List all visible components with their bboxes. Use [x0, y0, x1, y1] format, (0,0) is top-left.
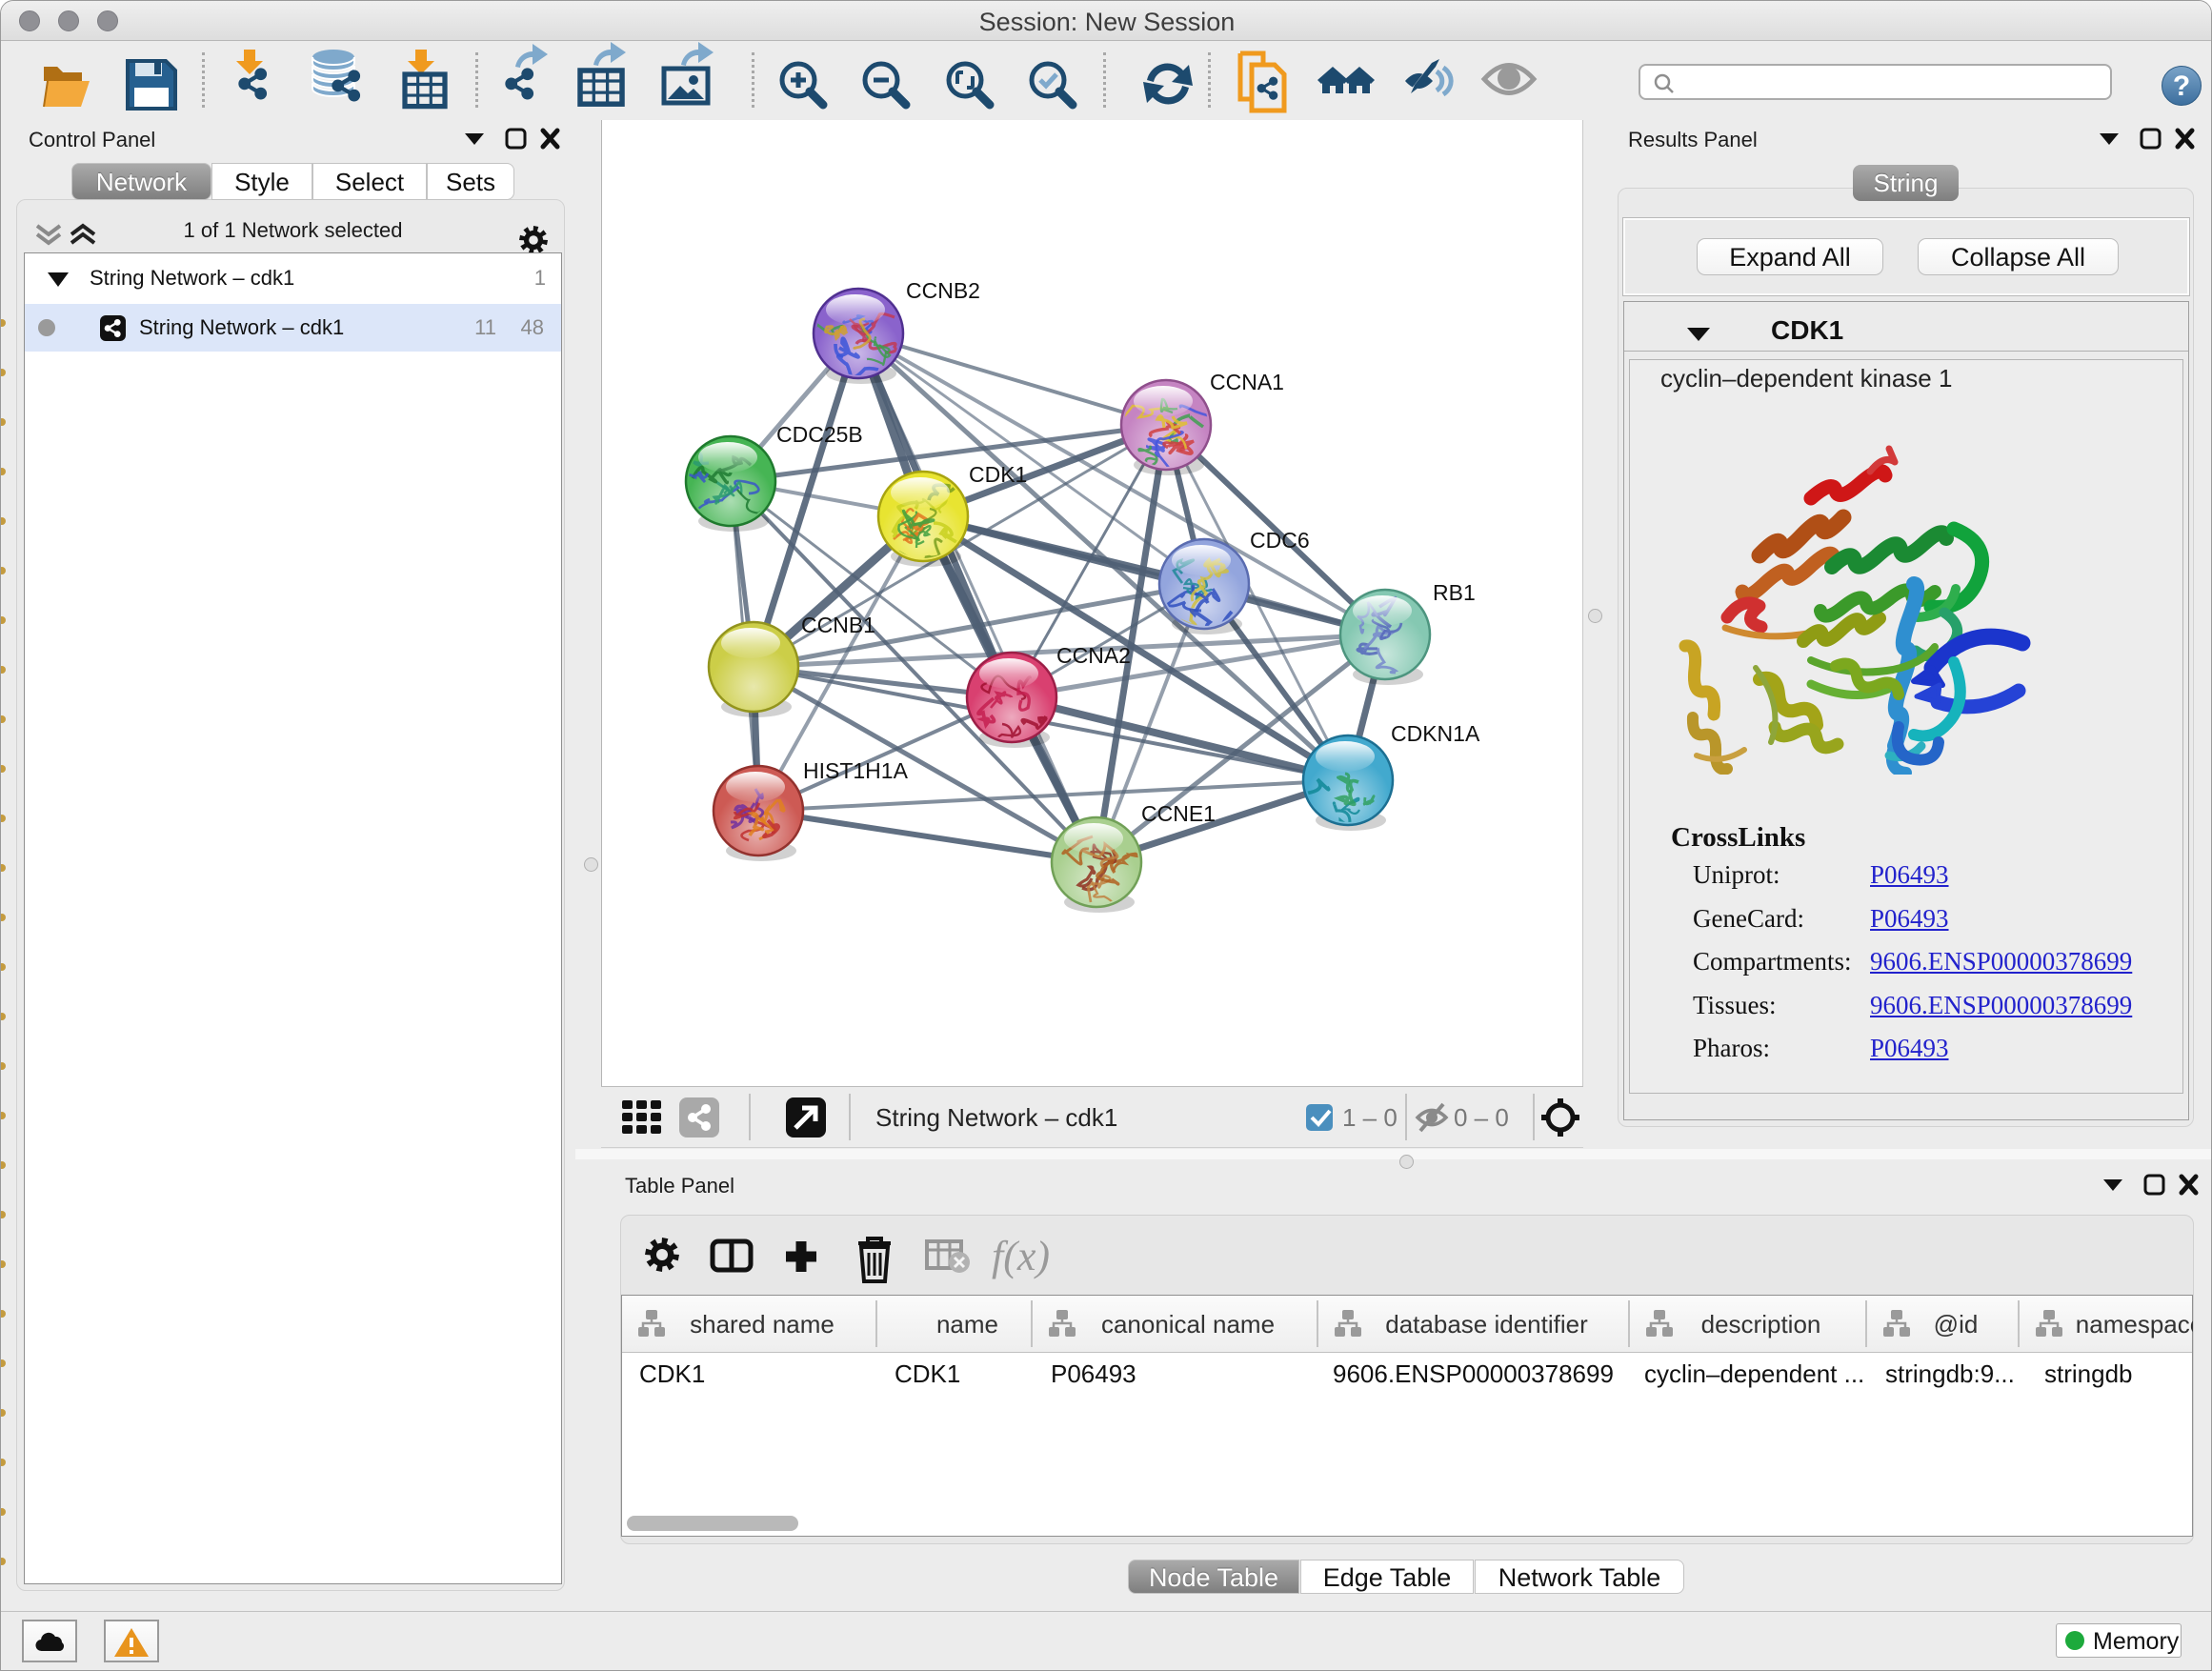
svg-text:database identifier: database identifier — [1385, 1310, 1588, 1339]
svg-text:CCNB1: CCNB1 — [801, 613, 875, 637]
svg-text:CDKN1A: CDKN1A — [1391, 721, 1480, 746]
svg-text:CDK1: CDK1 — [969, 462, 1027, 487]
svg-text:CCNE1: CCNE1 — [1141, 801, 1216, 826]
svg-text:RB1: RB1 — [1433, 580, 1476, 605]
svg-text:1 – 0: 1 – 0 — [1342, 1103, 1398, 1132]
svg-text:CCNA1: CCNA1 — [1210, 370, 1284, 394]
svg-text:CDC25B: CDC25B — [776, 422, 863, 447]
svg-text:CDC6: CDC6 — [1250, 528, 1310, 553]
svg-text:HIST1H1A: HIST1H1A — [803, 758, 909, 783]
svg-text:description: description — [1701, 1310, 1821, 1339]
svg-text:String Network – cdk1: String Network – cdk1 — [875, 1103, 1117, 1132]
svg-text:@id: @id — [1934, 1310, 1979, 1339]
svg-text:0 – 0: 0 – 0 — [1454, 1103, 1509, 1132]
svg-text:shared name: shared name — [690, 1310, 835, 1339]
svg-text:namespace: namespace — [2076, 1310, 2193, 1339]
svg-text:CCNB2: CCNB2 — [906, 278, 980, 303]
svg-text:CCNA2: CCNA2 — [1056, 643, 1131, 668]
svg-text:f(x): f(x) — [992, 1233, 1050, 1279]
svg-text:canonical name: canonical name — [1101, 1310, 1275, 1339]
svg-text:name: name — [936, 1310, 998, 1339]
